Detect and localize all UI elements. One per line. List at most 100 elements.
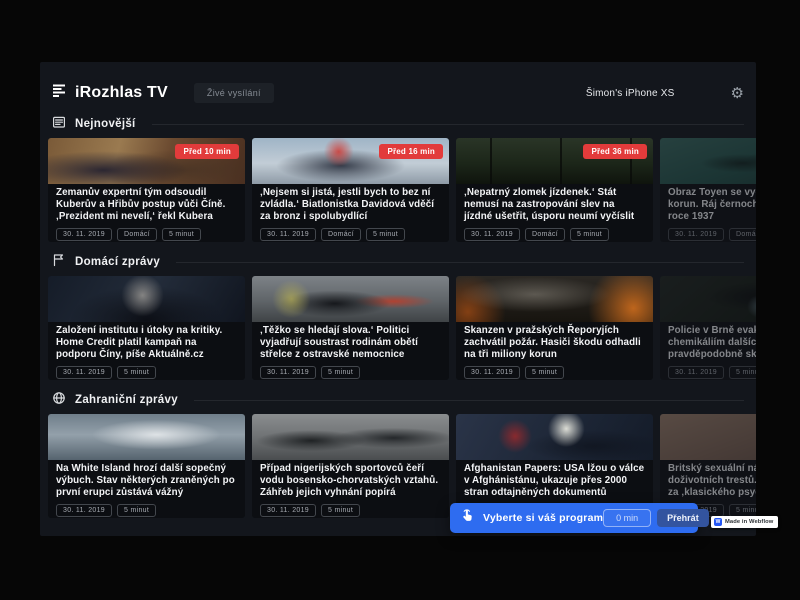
date-tag: 30. 11. 2019 bbox=[260, 228, 316, 241]
duration-tag: 5 minut bbox=[570, 228, 609, 241]
live-broadcast-button[interactable]: Živé vysílání bbox=[194, 83, 274, 103]
date-tag: 30. 11. 2019 bbox=[260, 504, 316, 517]
section-divider bbox=[152, 124, 744, 125]
card-thumbnail: Před 10 min bbox=[48, 138, 245, 184]
duration-tag: 5 minut bbox=[321, 366, 360, 379]
news-card[interactable]: Na White Island hrozí další sopečný výbu… bbox=[48, 414, 245, 518]
program-player-bar: Vyberte si váš program 0 min Přehrát bbox=[450, 503, 698, 533]
card-tags: 30. 11. 2019 Domácí 5 minut bbox=[260, 228, 441, 241]
duration-tag: 5 minut bbox=[366, 228, 405, 241]
duration-tag: 5 minut bbox=[321, 504, 360, 517]
card-title: Na White Island hrozí další sopečný výbu… bbox=[56, 463, 237, 500]
card-title: Obraz Toyen se vydražil za 79 milionů ko… bbox=[668, 187, 756, 224]
date-tag: 30. 11. 2019 bbox=[464, 228, 520, 241]
duration-button[interactable]: 0 min bbox=[603, 509, 651, 527]
duration-tag: 5 minut bbox=[117, 366, 156, 379]
sound-bars-icon bbox=[52, 83, 67, 103]
news-card[interactable]: Před 10 min Zemanův expertní tým odsoudi… bbox=[48, 138, 245, 242]
newspaper-icon bbox=[52, 115, 66, 134]
card-title: Případ nigerijských sportovců čeří vodu … bbox=[260, 463, 441, 500]
card-thumbnail bbox=[48, 414, 245, 460]
card-thumbnail bbox=[252, 414, 449, 460]
card-title: Založení institutu i útoky na kritiky. H… bbox=[56, 325, 237, 362]
card-title: Britský sexuální násilník dostal 33 doži… bbox=[668, 463, 756, 500]
card-tags: 30. 11. 2019 Domácí 5 minut bbox=[668, 228, 756, 241]
category-tag: Domácí bbox=[117, 228, 157, 241]
card-title: ‚Těžko se hledají slova.‘ Politici vyjad… bbox=[260, 325, 441, 362]
top-bar: iRozhlas TV Živé vysílání Šimon's iPhone… bbox=[52, 80, 746, 106]
news-card[interactable]: Obraz Toyen se vydražil za 79 milionů ko… bbox=[660, 138, 756, 242]
webflow-logo-icon: W bbox=[714, 518, 722, 526]
news-card[interactable]: Případ nigerijských sportovců čeří vodu … bbox=[252, 414, 449, 518]
card-row-latest: Před 10 min Zemanův expertní tým odsoudi… bbox=[48, 138, 756, 242]
section-title: Zahraniční zprávy bbox=[75, 394, 178, 406]
section-header-latest: Nejnovější bbox=[52, 116, 744, 132]
card-title: ‚Nejsem si jistá, jestli bych to bez ní … bbox=[260, 187, 441, 224]
card-title: Zemanův expertní tým odsoudil Kuberův a … bbox=[56, 187, 237, 224]
flag-icon bbox=[52, 253, 66, 272]
news-card[interactable]: Policie v Brně evakuovala kvůli chemikál… bbox=[660, 276, 756, 380]
card-title: Skanzen v pražských Řeporyjích zachvátil… bbox=[464, 325, 645, 362]
date-tag: 30. 11. 2019 bbox=[668, 366, 724, 379]
category-tag: Domácí bbox=[525, 228, 565, 241]
made-in-webflow-badge[interactable]: W Made in Webflow bbox=[711, 516, 778, 528]
duration-tag: 5 minut bbox=[729, 504, 756, 517]
card-title: Afghanistan Papers: USA lžou o válce v A… bbox=[464, 463, 645, 500]
news-card[interactable]: Skanzen v pražských Řeporyjích zachvátil… bbox=[456, 276, 653, 380]
news-card[interactable]: ‚Těžko se hledají slova.‘ Politici vyjad… bbox=[252, 276, 449, 380]
card-thumbnail bbox=[660, 276, 756, 322]
section-divider bbox=[194, 400, 744, 401]
time-badge: Před 10 min bbox=[175, 144, 239, 159]
card-tags: 30. 11. 2019 5 minut bbox=[260, 366, 441, 379]
news-card[interactable]: Založení institutu i útoky na kritiky. H… bbox=[48, 276, 245, 380]
time-badge: Před 16 min bbox=[379, 144, 443, 159]
card-tags: 30. 11. 2019 Domácí 5 minut bbox=[464, 228, 645, 241]
player-prompt: Vyberte si váš program bbox=[483, 512, 603, 524]
app-title: iRozhlas TV bbox=[75, 84, 168, 102]
section-header-foreign: Zahraniční zprávy bbox=[52, 392, 744, 408]
play-button[interactable]: Přehrát bbox=[657, 509, 709, 527]
date-tag: 30. 11. 2019 bbox=[260, 366, 316, 379]
card-tags: 30. 11. 2019 5 minut bbox=[464, 366, 645, 379]
section-title: Domácí zprávy bbox=[75, 256, 160, 268]
date-tag: 30. 11. 2019 bbox=[56, 504, 112, 517]
duration-tag: 5 minut bbox=[117, 504, 156, 517]
section-title: Nejnovější bbox=[75, 118, 136, 130]
card-tags: 30. 11. 2019 5 minut bbox=[56, 366, 237, 379]
duration-tag: 5 minut bbox=[729, 366, 756, 379]
card-title: Policie v Brně evakuovala kvůli chemikál… bbox=[668, 325, 756, 362]
section-header-domestic: Domácí zprávy bbox=[52, 254, 744, 270]
date-tag: 30. 11. 2019 bbox=[464, 366, 520, 379]
app-panel: iRozhlas TV Živé vysílání Šimon's iPhone… bbox=[40, 62, 756, 536]
gear-icon[interactable]: ⚙ bbox=[731, 86, 744, 101]
card-row-domestic: Založení institutu i útoky na kritiky. H… bbox=[48, 276, 756, 380]
app-logo[interactable]: iRozhlas TV bbox=[52, 83, 168, 103]
card-title: ‚Nepatrný zlomek jízdenek.‘ Stát nemusí … bbox=[464, 187, 645, 224]
card-tags: 30. 11. 2019 5 minut bbox=[56, 504, 237, 517]
news-card[interactable]: Před 36 min ‚Nepatrný zlomek jízdenek.‘ … bbox=[456, 138, 653, 242]
webflow-badge-label: Made in Webflow bbox=[725, 519, 773, 525]
card-tags: 30. 11. 2019 5 minut bbox=[260, 504, 441, 517]
tap-hand-icon bbox=[460, 508, 475, 528]
date-tag: 30. 11. 2019 bbox=[56, 228, 112, 241]
card-tags: 30. 11. 2019 Domácí 5 minut bbox=[56, 228, 237, 241]
card-thumbnail: Před 16 min bbox=[252, 138, 449, 184]
section-divider bbox=[176, 262, 744, 263]
card-thumbnail bbox=[456, 276, 653, 322]
card-thumbnail bbox=[48, 276, 245, 322]
news-card[interactable]: Před 16 min ‚Nejsem si jistá, jestli byc… bbox=[252, 138, 449, 242]
globe-icon bbox=[52, 391, 66, 410]
category-tag: Domácí bbox=[321, 228, 361, 241]
duration-tag: 5 minut bbox=[525, 366, 564, 379]
card-thumbnail bbox=[252, 276, 449, 322]
card-thumbnail bbox=[660, 138, 756, 184]
device-selector[interactable]: Šimon's iPhone XS bbox=[586, 88, 675, 99]
card-thumbnail bbox=[660, 414, 756, 460]
date-tag: 30. 11. 2019 bbox=[668, 228, 724, 241]
category-tag: Domácí bbox=[729, 228, 756, 241]
card-thumbnail bbox=[456, 414, 653, 460]
card-thumbnail: Před 36 min bbox=[456, 138, 653, 184]
card-tags: 30. 11. 2019 5 minut bbox=[668, 366, 756, 379]
duration-tag: 5 minut bbox=[162, 228, 201, 241]
date-tag: 30. 11. 2019 bbox=[56, 366, 112, 379]
